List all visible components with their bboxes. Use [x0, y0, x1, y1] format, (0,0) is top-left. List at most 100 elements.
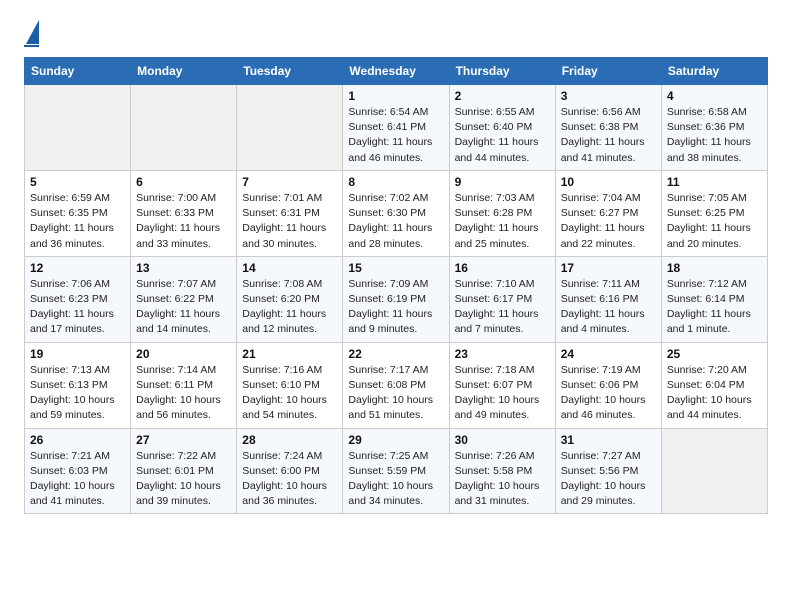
day-info: Sunrise: 7:24 AMSunset: 6:00 PMDaylight:…	[242, 449, 337, 510]
day-of-week-header: Wednesday	[343, 58, 449, 85]
day-number: 24	[561, 347, 656, 361]
day-info: Sunrise: 7:17 AMSunset: 6:08 PMDaylight:…	[348, 363, 443, 424]
calendar-day-cell: 19 Sunrise: 7:13 AMSunset: 6:13 PMDayligh…	[25, 342, 131, 428]
calendar-day-cell	[131, 85, 237, 171]
day-number: 29	[348, 433, 443, 447]
day-info: Sunrise: 7:18 AMSunset: 6:07 PMDaylight:…	[455, 363, 550, 424]
day-info: Sunrise: 7:03 AMSunset: 6:28 PMDaylight:…	[455, 191, 550, 252]
day-number: 11	[667, 175, 762, 189]
day-number: 4	[667, 89, 762, 103]
day-number: 28	[242, 433, 337, 447]
calendar-day-cell: 10 Sunrise: 7:04 AMSunset: 6:27 PMDayligh…	[555, 170, 661, 256]
calendar-day-cell: 27 Sunrise: 7:22 AMSunset: 6:01 PMDayligh…	[131, 428, 237, 514]
calendar-day-cell	[25, 85, 131, 171]
calendar-day-cell: 18 Sunrise: 7:12 AMSunset: 6:14 PMDayligh…	[661, 256, 767, 342]
day-info: Sunrise: 7:08 AMSunset: 6:20 PMDaylight:…	[242, 277, 337, 338]
day-number: 27	[136, 433, 231, 447]
day-info: Sunrise: 7:09 AMSunset: 6:19 PMDaylight:…	[348, 277, 443, 338]
day-number: 10	[561, 175, 656, 189]
calendar-day-cell: 30 Sunrise: 7:26 AMSunset: 5:58 PMDayligh…	[449, 428, 555, 514]
day-number: 22	[348, 347, 443, 361]
day-number: 7	[242, 175, 337, 189]
day-of-week-header: Monday	[131, 58, 237, 85]
calendar-day-cell: 21 Sunrise: 7:16 AMSunset: 6:10 PMDayligh…	[237, 342, 343, 428]
day-number: 15	[348, 261, 443, 275]
day-number: 2	[455, 89, 550, 103]
day-info: Sunrise: 7:10 AMSunset: 6:17 PMDaylight:…	[455, 277, 550, 338]
calendar-day-cell: 8Sunrise: 7:02 AMSunset: 6:30 PMDaylight…	[343, 170, 449, 256]
day-info: Sunrise: 7:19 AMSunset: 6:06 PMDaylight:…	[561, 363, 656, 424]
day-info: Sunrise: 7:13 AMSunset: 6:13 PMDaylight:…	[30, 363, 125, 424]
day-number: 6	[136, 175, 231, 189]
day-info: Sunrise: 7:06 AMSunset: 6:23 PMDaylight:…	[30, 277, 125, 338]
day-of-week-header: Thursday	[449, 58, 555, 85]
day-number: 31	[561, 433, 656, 447]
calendar-day-cell: 25 Sunrise: 7:20 AMSunset: 6:04 PMDayligh…	[661, 342, 767, 428]
day-number: 23	[455, 347, 550, 361]
calendar-week-row: 5 Sunrise: 6:59 AMSunset: 6:35 PMDaylight…	[25, 170, 768, 256]
day-info: Sunrise: 7:26 AMSunset: 5:58 PMDaylight:…	[455, 449, 550, 510]
day-info: Sunrise: 6:58 AMSunset: 6:36 PMDaylight:…	[667, 105, 762, 166]
day-info: Sunrise: 6:55 AMSunset: 6:40 PMDaylight:…	[455, 105, 550, 166]
day-number: 19	[30, 347, 125, 361]
calendar-day-cell: 6 Sunrise: 7:00 AMSunset: 6:33 PMDaylight…	[131, 170, 237, 256]
day-number: 18	[667, 261, 762, 275]
day-number: 30	[455, 433, 550, 447]
calendar-day-cell: 14 Sunrise: 7:08 AMSunset: 6:20 PMDayligh…	[237, 256, 343, 342]
calendar-day-cell: 4 Sunrise: 6:58 AMSunset: 6:36 PMDaylight…	[661, 85, 767, 171]
day-info: Sunrise: 6:54 AMSunset: 6:41 PMDaylight:…	[348, 105, 443, 166]
calendar-week-row: 26 Sunrise: 7:21 AMSunset: 6:03 PMDayligh…	[25, 428, 768, 514]
day-info: Sunrise: 6:59 AMSunset: 6:35 PMDaylight:…	[30, 191, 125, 252]
day-info: Sunrise: 7:04 AMSunset: 6:27 PMDaylight:…	[561, 191, 656, 252]
page-header	[24, 20, 768, 47]
calendar-header-row: SundayMondayTuesdayWednesdayThursdayFrid…	[25, 58, 768, 85]
calendar-week-row: 19 Sunrise: 7:13 AMSunset: 6:13 PMDayligh…	[25, 342, 768, 428]
day-info: Sunrise: 7:27 AMSunset: 5:56 PMDaylight:…	[561, 449, 656, 510]
calendar-table: SundayMondayTuesdayWednesdayThursdayFrid…	[24, 57, 768, 514]
day-info: Sunrise: 7:14 AMSunset: 6:11 PMDaylight:…	[136, 363, 231, 424]
calendar-day-cell: 16 Sunrise: 7:10 AMSunset: 6:17 PMDayligh…	[449, 256, 555, 342]
calendar-day-cell: 20 Sunrise: 7:14 AMSunset: 6:11 PMDayligh…	[131, 342, 237, 428]
day-number: 26	[30, 433, 125, 447]
day-info: Sunrise: 6:56 AMSunset: 6:38 PMDaylight:…	[561, 105, 656, 166]
day-number: 13	[136, 261, 231, 275]
day-number: 1	[348, 89, 443, 103]
logo	[24, 20, 39, 47]
day-info: Sunrise: 7:20 AMSunset: 6:04 PMDaylight:…	[667, 363, 762, 424]
day-info: Sunrise: 7:22 AMSunset: 6:01 PMDaylight:…	[136, 449, 231, 510]
calendar-day-cell: 11 Sunrise: 7:05 AMSunset: 6:25 PMDayligh…	[661, 170, 767, 256]
day-number: 12	[30, 261, 125, 275]
day-info: Sunrise: 7:11 AMSunset: 6:16 PMDaylight:…	[561, 277, 656, 338]
calendar-day-cell: 7 Sunrise: 7:01 AMSunset: 6:31 PMDaylight…	[237, 170, 343, 256]
day-info: Sunrise: 7:02 AMSunset: 6:30 PMDaylight:…	[348, 191, 443, 252]
day-info: Sunrise: 7:21 AMSunset: 6:03 PMDaylight:…	[30, 449, 125, 510]
day-of-week-header: Sunday	[25, 58, 131, 85]
day-number: 20	[136, 347, 231, 361]
calendar-day-cell	[661, 428, 767, 514]
day-info: Sunrise: 7:12 AMSunset: 6:14 PMDaylight:…	[667, 277, 762, 338]
day-number: 16	[455, 261, 550, 275]
day-info: Sunrise: 7:00 AMSunset: 6:33 PMDaylight:…	[136, 191, 231, 252]
calendar-day-cell: 28 Sunrise: 7:24 AMSunset: 6:00 PMDayligh…	[237, 428, 343, 514]
day-number: 14	[242, 261, 337, 275]
calendar-day-cell: 1 Sunrise: 6:54 AMSunset: 6:41 PMDaylight…	[343, 85, 449, 171]
logo-triangle-icon	[26, 20, 39, 44]
day-info: Sunrise: 7:01 AMSunset: 6:31 PMDaylight:…	[242, 191, 337, 252]
day-number: 25	[667, 347, 762, 361]
day-info: Sunrise: 7:16 AMSunset: 6:10 PMDaylight:…	[242, 363, 337, 424]
calendar-day-cell: 23 Sunrise: 7:18 AMSunset: 6:07 PMDayligh…	[449, 342, 555, 428]
day-number: 5	[30, 175, 125, 189]
calendar-day-cell: 13Sunrise: 7:07 AMSunset: 6:22 PMDayligh…	[131, 256, 237, 342]
calendar-week-row: 12 Sunrise: 7:06 AMSunset: 6:23 PMDayligh…	[25, 256, 768, 342]
calendar-day-cell: 12 Sunrise: 7:06 AMSunset: 6:23 PMDayligh…	[25, 256, 131, 342]
calendar-day-cell: 5 Sunrise: 6:59 AMSunset: 6:35 PMDaylight…	[25, 170, 131, 256]
calendar-day-cell: 9Sunrise: 7:03 AMSunset: 6:28 PMDaylight…	[449, 170, 555, 256]
day-of-week-header: Tuesday	[237, 58, 343, 85]
calendar-day-cell: 26 Sunrise: 7:21 AMSunset: 6:03 PMDayligh…	[25, 428, 131, 514]
calendar-week-row: 1 Sunrise: 6:54 AMSunset: 6:41 PMDaylight…	[25, 85, 768, 171]
day-number: 3	[561, 89, 656, 103]
calendar-day-cell: 24 Sunrise: 7:19 AMSunset: 6:06 PMDayligh…	[555, 342, 661, 428]
calendar-day-cell: 17Sunrise: 7:11 AMSunset: 6:16 PMDayligh…	[555, 256, 661, 342]
day-number: 21	[242, 347, 337, 361]
day-info: Sunrise: 7:05 AMSunset: 6:25 PMDaylight:…	[667, 191, 762, 252]
